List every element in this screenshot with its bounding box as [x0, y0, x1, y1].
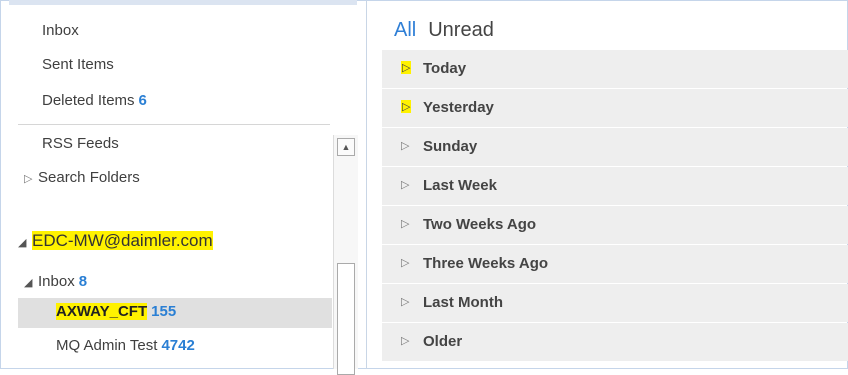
triangle-right-icon[interactable]: ▷ — [401, 334, 409, 347]
triangle-right-icon[interactable]: ▷ — [401, 217, 409, 230]
unread-count: 155 — [151, 303, 177, 320]
folder-scrollbar[interactable]: ▲ — [333, 135, 358, 375]
triangle-down-icon[interactable]: ◢ — [24, 272, 38, 294]
group-header[interactable]: ▷ Last Month — [382, 284, 848, 322]
folder-sent-items[interactable]: Sent Items — [42, 54, 114, 76]
message-group-list: ▷ Today ▷ Yesterday ▷ Sunday ▷ Last Week ▷ Two We… — [382, 50, 848, 362]
triangle-right-icon[interactable]: ▷ — [24, 168, 38, 190]
folder-inbox-account[interactable]: ◢ Inbox 8 — [24, 271, 87, 294]
pane-divider[interactable] — [366, 0, 367, 369]
group-header[interactable]: ▷ Three Weeks Ago — [382, 245, 848, 283]
triangle-right-icon[interactable]: ▷ — [401, 100, 412, 113]
folder-deleted-items[interactable]: Deleted Items 6 — [42, 90, 147, 112]
group-label: Last Week — [423, 177, 497, 194]
group-header[interactable]: ▷ Older — [382, 323, 848, 361]
folder-label: MQ Admin Test — [56, 337, 158, 354]
folder-label: Deleted Items — [42, 92, 135, 109]
folder-inbox[interactable]: Inbox — [42, 20, 79, 42]
account-header[interactable]: ◢ EDC-MW@daimler.com — [18, 229, 213, 255]
folder-label: Sent Items — [42, 56, 114, 73]
divider — [18, 124, 330, 125]
group-header[interactable]: ▷ Yesterday — [382, 89, 848, 127]
group-label: Sunday — [423, 138, 478, 155]
folder-label: RSS Feeds — [42, 135, 119, 152]
arrow-up-icon[interactable]: ▲ — [337, 138, 355, 156]
group-label: Older — [423, 333, 463, 350]
folder-search-folders[interactable]: ▷ Search Folders — [24, 167, 140, 190]
folder-pane: Inbox Sent Items Deleted Items 6 RSS Feed… — [0, 0, 366, 375]
filter-all[interactable]: All — [394, 19, 416, 41]
group-label: Two Weeks Ago — [423, 216, 537, 233]
unread-count: 6 — [138, 92, 147, 109]
group-header[interactable]: ▷ Sunday — [382, 128, 848, 166]
unread-count: 4742 — [161, 337, 195, 354]
group-label: Three Weeks Ago — [423, 255, 549, 272]
scroll-thumb[interactable] — [337, 263, 355, 375]
triangle-down-icon[interactable]: ◢ — [18, 231, 32, 255]
folder-axway-cft[interactable]: AXWAY_CFT 155 — [56, 301, 176, 323]
group-label: Last Month — [423, 294, 503, 311]
folder-label: AXWAY_CFT — [56, 303, 148, 320]
folder-label: Search Folders — [38, 169, 140, 186]
account-label: EDC-MW@daimler.com — [32, 231, 213, 250]
folder-label: Inbox — [38, 273, 75, 290]
group-header[interactable]: ▷ Last Week — [382, 167, 848, 205]
group-label: Today — [423, 60, 467, 77]
group-header[interactable]: ▷ Two Weeks Ago — [382, 206, 848, 244]
triangle-right-icon[interactable]: ▷ — [401, 139, 409, 152]
group-header[interactable]: ▷ Today — [382, 50, 848, 88]
folder-rss-feeds[interactable]: RSS Feeds — [42, 133, 119, 155]
filter-unread[interactable]: Unread — [428, 19, 494, 41]
group-label: Yesterday — [423, 99, 494, 116]
triangle-right-icon[interactable]: ▷ — [401, 61, 412, 74]
unread-count: 8 — [78, 273, 88, 290]
triangle-right-icon[interactable]: ▷ — [401, 178, 409, 191]
message-filter-bar: All Unread — [394, 19, 494, 42]
folder-mq-admin-test[interactable]: MQ Admin Test 4742 — [56, 335, 195, 357]
triangle-right-icon[interactable]: ▷ — [401, 295, 409, 308]
folder-label: Inbox — [42, 22, 79, 39]
triangle-right-icon[interactable]: ▷ — [401, 256, 409, 269]
